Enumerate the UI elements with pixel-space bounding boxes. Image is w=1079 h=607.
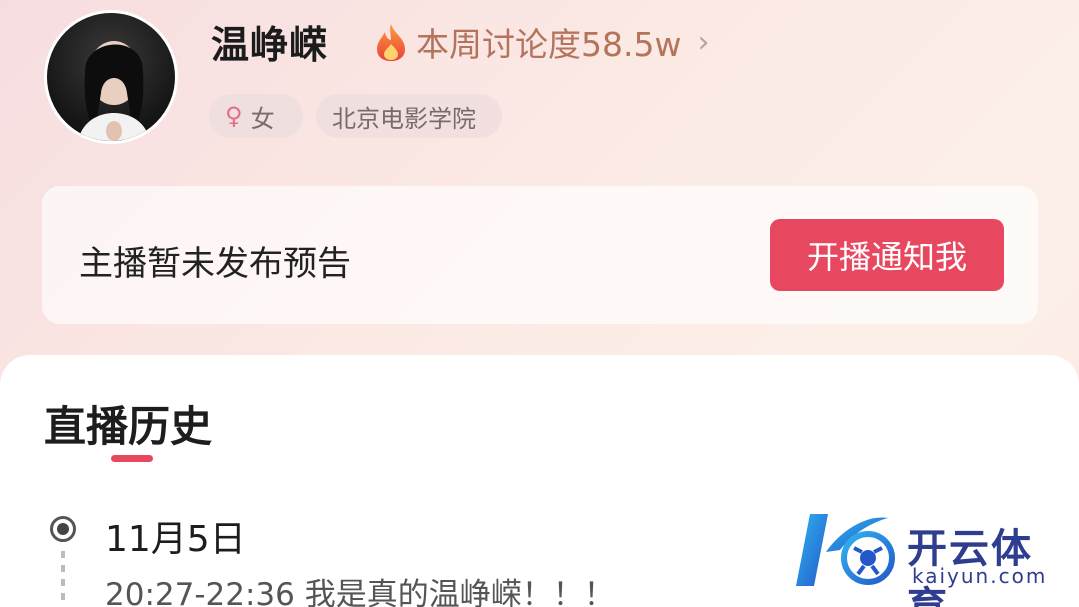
watermark-cn: 开云体育 [907, 526, 1033, 607]
timeline-line [61, 551, 65, 607]
history-session[interactable]: 20:27-22:36 我是真的温峥嵘！！！ [105, 569, 615, 607]
notice-text: 主播暂未发布预告 [79, 244, 351, 284]
gender-tag: ♀ 女 [209, 94, 303, 138]
avatar-image [78, 41, 150, 141]
female-icon: ♀ [225, 102, 243, 130]
watermark-en: kaiyun.com [912, 564, 1048, 588]
school-tag: 北京电影学院 [316, 94, 502, 138]
history-title: 直播历史 [44, 402, 213, 451]
notice-card: 主播暂未发布预告 开播通知我 [42, 186, 1038, 324]
kaiyun-logo-icon [796, 514, 895, 586]
chevron-right-icon: › [697, 24, 710, 60]
anchor-name: 温峥嵘 [211, 23, 329, 67]
avatar[interactable] [44, 10, 178, 144]
heat-label: 本周讨论度58.5w [416, 25, 682, 64]
flame-icon [377, 24, 405, 61]
heat-link[interactable]: 本周讨论度58.5w › [374, 18, 709, 66]
gender-label: 女 [250, 104, 275, 133]
watermark: 开云体育 kaiyun.com [792, 508, 1067, 607]
history-date: 11月5日 [105, 519, 246, 560]
school-label: 北京电影学院 [332, 104, 476, 133]
title-underline [111, 455, 153, 462]
notify-me-button[interactable]: 开播通知我 [770, 219, 1004, 291]
radio-dot-icon [50, 516, 76, 542]
